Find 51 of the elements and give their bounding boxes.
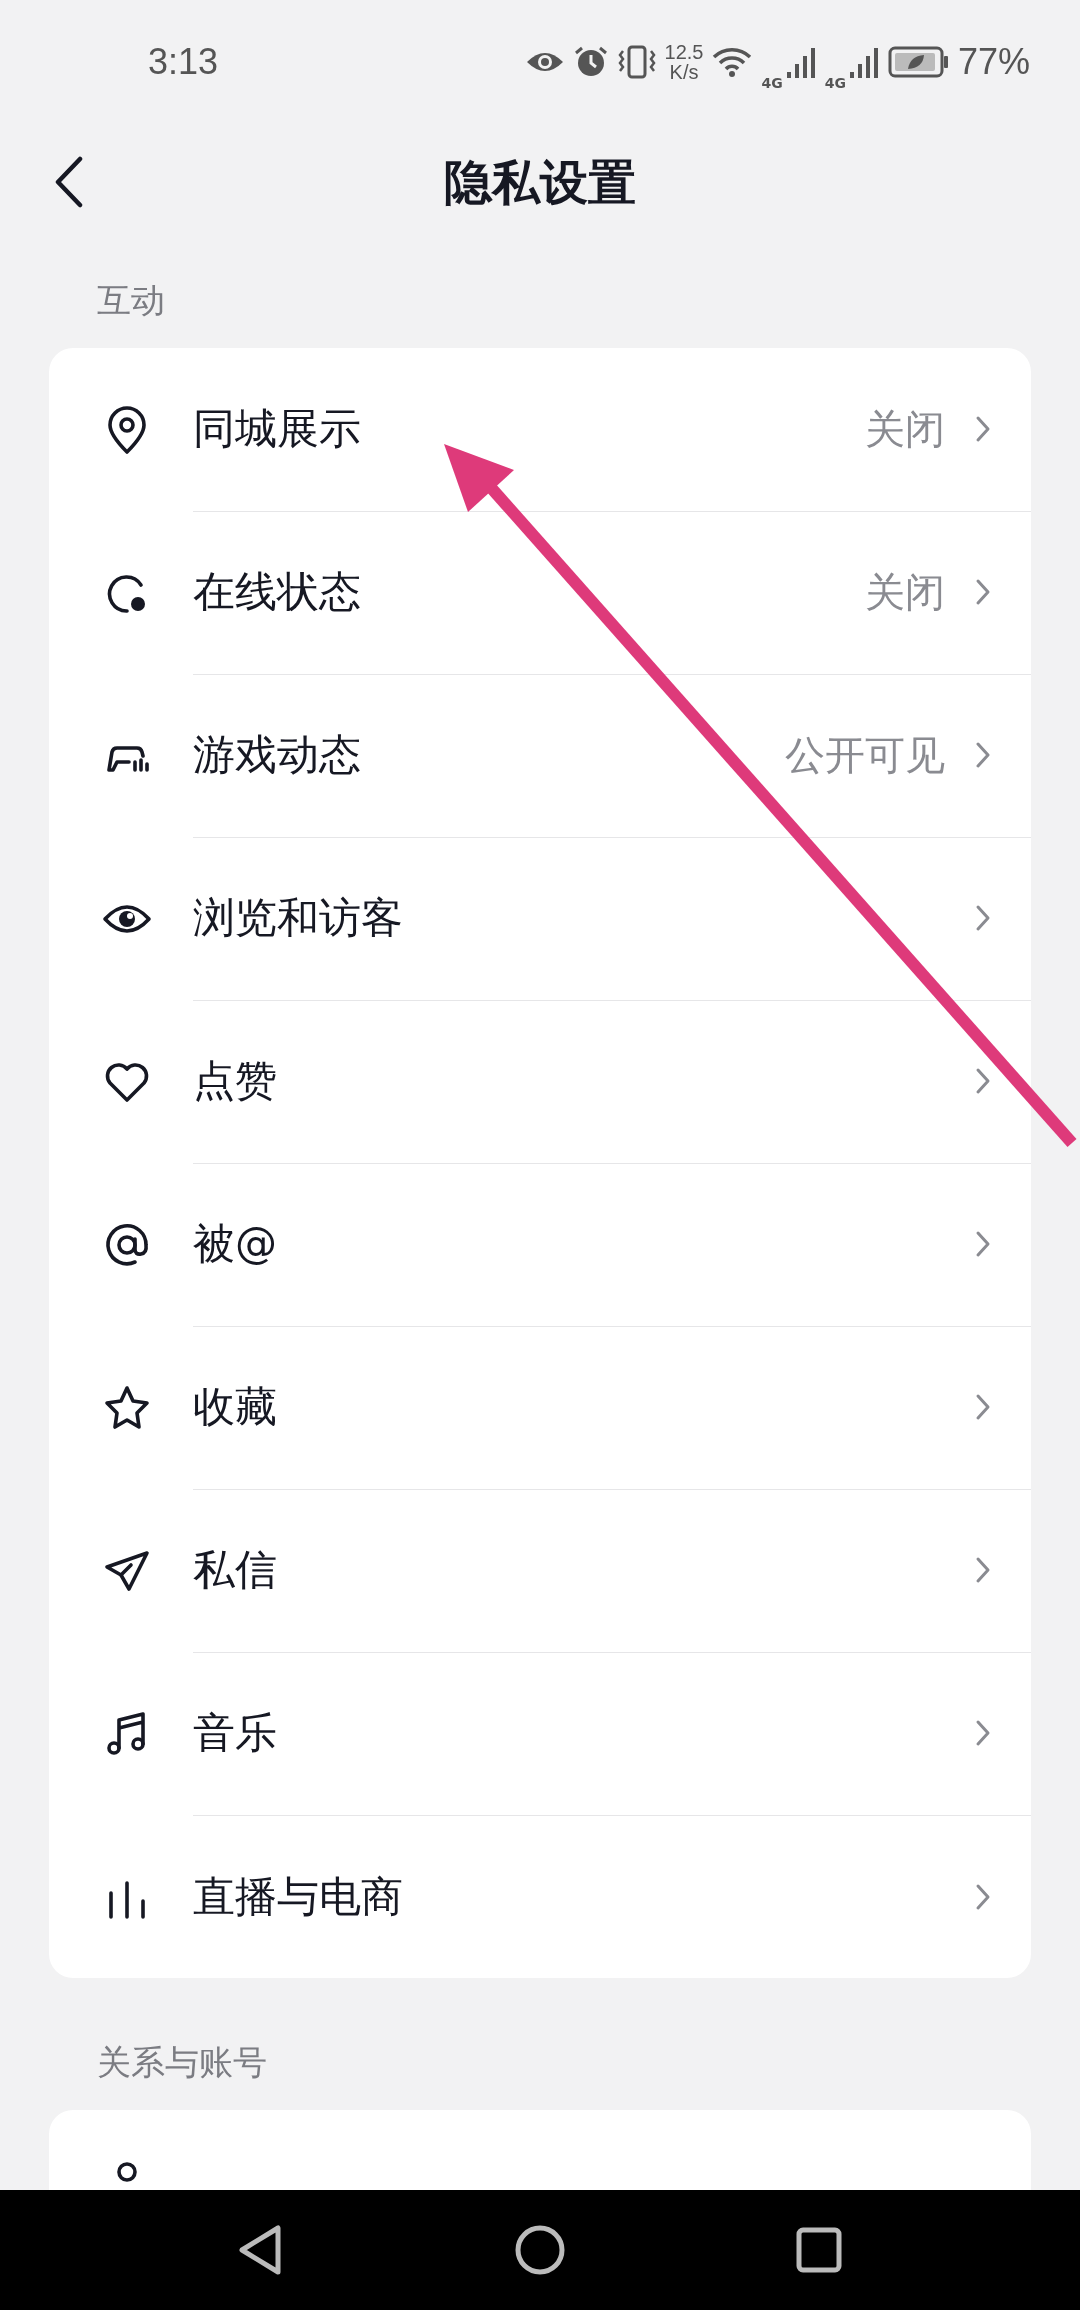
wifi-icon: [711, 46, 754, 78]
recents-nav-icon[interactable]: [796, 2227, 842, 2273]
chevron-icon: [975, 415, 991, 443]
chevron-icon: [975, 578, 991, 606]
speed-unit: K/s: [669, 62, 699, 82]
settings-row[interactable]: 直播与电商: [49, 1815, 1031, 1978]
chevron-icon: [975, 1393, 991, 1421]
signal-icon: [849, 46, 880, 78]
row-label: 被@: [193, 1218, 278, 1270]
chevron-icon: [975, 1230, 991, 1258]
chevron-icon: [975, 741, 991, 769]
network-label: 4G: [761, 75, 783, 91]
page-title: 隐私设置: [444, 153, 636, 212]
signal-icon: [786, 46, 817, 78]
settings-row[interactable]: 点赞: [49, 1000, 1031, 1163]
row-label: 浏览和访客: [193, 892, 404, 944]
alarm-icon: [572, 45, 609, 79]
row-label: 在线状态: [193, 566, 362, 618]
row-value: 公开可见: [785, 730, 945, 780]
status-time: 3:13: [148, 41, 219, 83]
settings-row[interactable]: 在线状态 关闭: [49, 511, 1031, 674]
network-label: 4G: [824, 75, 846, 91]
settings-row[interactable]: 私信: [49, 1489, 1031, 1652]
settings-row[interactable]: 音乐: [49, 1652, 1031, 1815]
chevron-icon: [975, 1067, 991, 1095]
row-label: 私信: [193, 1544, 278, 1596]
settings-row[interactable]: 游戏动态 公开可见: [49, 674, 1031, 837]
row-label: 直播与电商: [193, 1870, 404, 1923]
settings-row[interactable]: 收藏: [49, 1326, 1031, 1489]
home-nav-icon[interactable]: [514, 2224, 566, 2276]
back-icon[interactable]: [54, 156, 84, 208]
section-title: 互动: [96, 279, 166, 322]
row-label: 音乐: [193, 1707, 278, 1759]
row-value: 关闭: [865, 567, 945, 617]
row-label: 同城展示: [193, 403, 362, 455]
settings-row[interactable]: 浏览和访客: [49, 837, 1031, 1000]
chevron-icon: [975, 1719, 991, 1747]
back-nav-icon[interactable]: [238, 2224, 284, 2276]
battery-percent: 77%: [957, 41, 1030, 83]
settings-row[interactable]: 被@: [49, 1163, 1031, 1326]
row-label: 点赞: [193, 1055, 278, 1107]
section-title: 关系与账号: [96, 2041, 268, 2084]
row-value: 关闭: [865, 404, 945, 454]
chevron-icon: [975, 1556, 991, 1584]
vibrate-icon: [616, 45, 657, 79]
chevron-icon: [975, 1882, 991, 1911]
row-label: 收藏: [193, 1381, 278, 1433]
chevron-icon: [975, 904, 991, 932]
row-label: 游戏动态: [193, 729, 362, 781]
battery-icon: [887, 46, 950, 78]
speed-value: 12.5: [664, 42, 704, 62]
